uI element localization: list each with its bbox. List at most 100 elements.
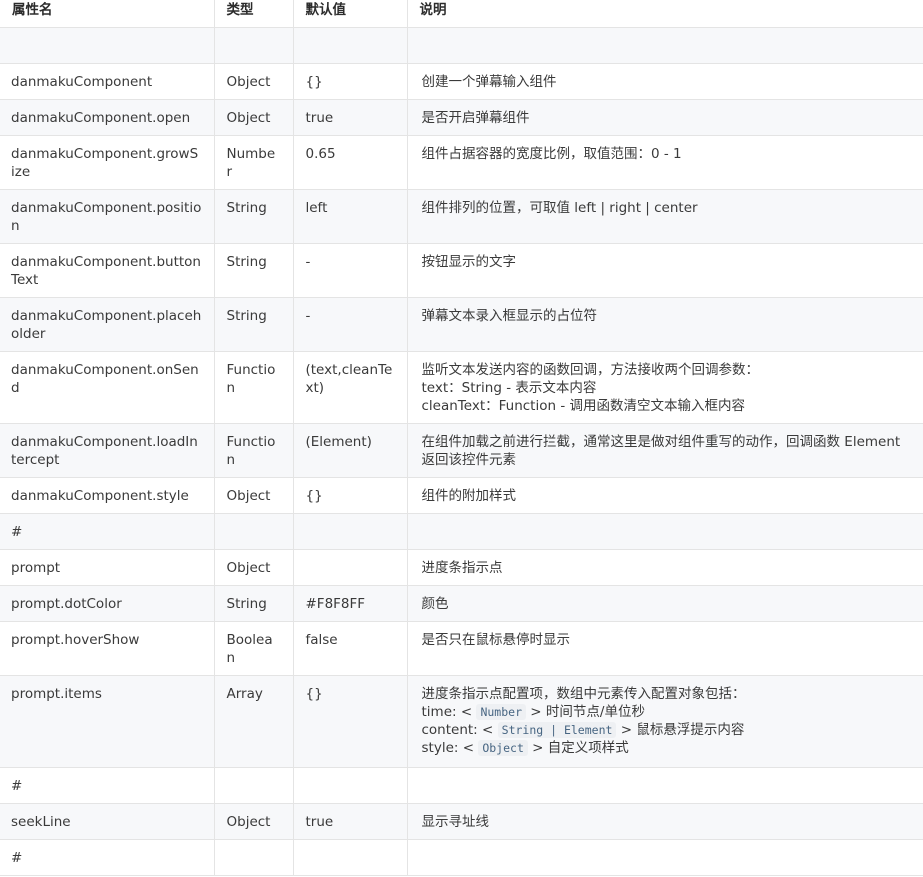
table-row: danmakuComponent.growSize Number 0.65 组件…	[0, 135, 923, 190]
table-row: danmakuComponent Object {} 创建一个弹幕输入组件	[0, 63, 923, 100]
cell-default: {}	[293, 675, 408, 768]
cell-type: String	[214, 297, 294, 352]
cell-default: (Element)	[293, 423, 408, 478]
table-row: prompt.hoverShow Boolean false 是否只在鼠标悬停时…	[0, 621, 923, 676]
cell-desc	[407, 513, 923, 550]
cell-type: Boolean	[214, 621, 294, 676]
cell-type: String	[214, 243, 294, 298]
cell-desc: 组件排列的位置，可取值 left | right | center	[407, 189, 923, 244]
cell-default	[293, 767, 408, 804]
cell-default: -	[293, 297, 408, 352]
cell-desc: 显示寻址线	[407, 803, 923, 840]
header-property-name: 属性名	[0, 0, 215, 28]
desc-line: time: < Number > 时间节点/单位秒	[422, 703, 912, 721]
cell-type	[214, 27, 294, 64]
desc-line: 监听文本发送内容的函数回调，方法接收两个回调参数：	[421, 362, 760, 378]
properties-table: 属性名 类型 默认值 说明 danmakuComponent Object {}…	[0, 0, 923, 876]
cell-default: #F8F8FF	[293, 585, 408, 622]
cell-type	[214, 513, 294, 550]
cell-name: danmakuComponent.position	[0, 189, 215, 244]
cell-default: -	[293, 243, 408, 298]
cell-type: String	[214, 189, 294, 244]
cell-desc	[407, 767, 923, 804]
cell-default: {}	[293, 63, 408, 100]
table-row: seekLine Object true 显示寻址线	[0, 803, 923, 840]
table-row: prompt.dotColor String #F8F8FF 颜色	[0, 585, 923, 622]
table-row: prompt.items Array {} 进度条指示点配置项，数组中元素传入配…	[0, 675, 923, 768]
table-row: #	[0, 839, 923, 876]
cell-name: danmakuComponent.onSend	[0, 351, 215, 424]
cell-default: true	[293, 803, 408, 840]
table-row: danmakuComponent.buttonText String - 按钮显…	[0, 243, 923, 298]
cell-default	[293, 27, 408, 64]
desc-text: > 自定义项样式	[527, 740, 629, 756]
cell-default: left	[293, 189, 408, 244]
cell-desc: 进度条指示点配置项，数组中元素传入配置对象包括： time: < Number …	[407, 675, 923, 768]
desc-text: style: <	[421, 740, 479, 756]
cell-name: prompt.dotColor	[0, 585, 215, 622]
desc-line: 进度条指示点配置项，数组中元素传入配置对象包括：	[421, 686, 746, 702]
cell-desc: 在组件加载之前进行拦截，通常这里是做对组件重写的动作，回调函数 Element …	[407, 423, 923, 478]
cell-name: #	[0, 767, 215, 804]
cell-name: danmakuComponent.placeholder	[0, 297, 215, 352]
cell-desc	[407, 839, 923, 876]
desc-line: cleanText：Function - 调用函数清空文本输入框内容	[421, 398, 746, 414]
table-row: danmakuComponent.loadIntercept Function …	[0, 423, 923, 478]
cell-name: danmakuComponent.buttonText	[0, 243, 215, 298]
table-row: danmakuComponent.onSend Function (text,c…	[0, 351, 923, 424]
desc-text: > 鼠标悬浮提示内容	[616, 722, 745, 738]
cell-name: prompt	[0, 549, 215, 586]
cell-desc: 创建一个弹幕输入组件	[407, 63, 923, 100]
table-row	[0, 27, 923, 64]
cell-default	[293, 549, 408, 586]
table-header-row: 属性名 类型 默认值 说明	[0, 0, 923, 28]
table-row: danmakuComponent.position String left 组件…	[0, 189, 923, 244]
code-type: Number	[476, 704, 526, 720]
cell-type: Number	[214, 135, 294, 190]
table-row: prompt Object 进度条指示点	[0, 549, 923, 586]
cell-type	[214, 839, 294, 876]
cell-name: danmakuComponent.loadIntercept	[0, 423, 215, 478]
cell-type: Function	[214, 351, 294, 424]
cell-type: Array	[214, 675, 294, 768]
cell-desc: 是否开启弹幕组件	[407, 99, 923, 136]
cell-desc: 监听文本发送内容的函数回调，方法接收两个回调参数： text：String - …	[407, 351, 923, 424]
cell-type: Object	[214, 63, 294, 100]
desc-line: content: < String | Element > 鼠标悬浮提示内容	[422, 721, 912, 739]
cell-type: String	[214, 585, 294, 622]
cell-default	[293, 513, 408, 550]
cell-desc: 组件的附加样式	[407, 477, 923, 514]
desc-text: > 时间节点/单位秒	[526, 704, 645, 720]
table-row: #	[0, 513, 923, 550]
cell-default: false	[293, 621, 408, 676]
cell-name	[0, 27, 215, 64]
header-type: 类型	[214, 0, 294, 28]
cell-name: prompt.hoverShow	[0, 621, 215, 676]
code-type: String | Element	[497, 722, 617, 738]
header-description: 说明	[407, 0, 923, 28]
cell-default: 0.65	[293, 135, 408, 190]
cell-name: #	[0, 513, 215, 550]
cell-name: danmakuComponent.open	[0, 99, 215, 136]
cell-default: {}	[293, 477, 408, 514]
cell-name: danmakuComponent.growSize	[0, 135, 215, 190]
cell-name: danmakuComponent	[0, 63, 215, 100]
cell-desc: 进度条指示点	[407, 549, 923, 586]
cell-name: #	[0, 839, 215, 876]
cell-name: danmakuComponent.style	[0, 477, 215, 514]
desc-text: time: <	[421, 704, 477, 720]
table-row: danmakuComponent.placeholder String - 弹幕…	[0, 297, 923, 352]
cell-name: seekLine	[0, 803, 215, 840]
cell-type: Object	[214, 99, 294, 136]
table-row: #	[0, 767, 923, 804]
cell-desc: 颜色	[407, 585, 923, 622]
cell-default	[293, 839, 408, 876]
cell-desc: 组件占据容器的宽度比例，取值范围：0 - 1	[407, 135, 923, 190]
table-row: danmakuComponent.style Object {} 组件的附加样式	[0, 477, 923, 514]
code-type: Object	[478, 740, 528, 756]
cell-desc: 弹幕文本录入框显示的占位符	[407, 297, 923, 352]
cell-desc: 按钮显示的文字	[407, 243, 923, 298]
desc-line: text：String - 表示文本内容	[421, 380, 597, 396]
cell-type: Function	[214, 423, 294, 478]
cell-default: (text,cleanText)	[293, 351, 408, 424]
